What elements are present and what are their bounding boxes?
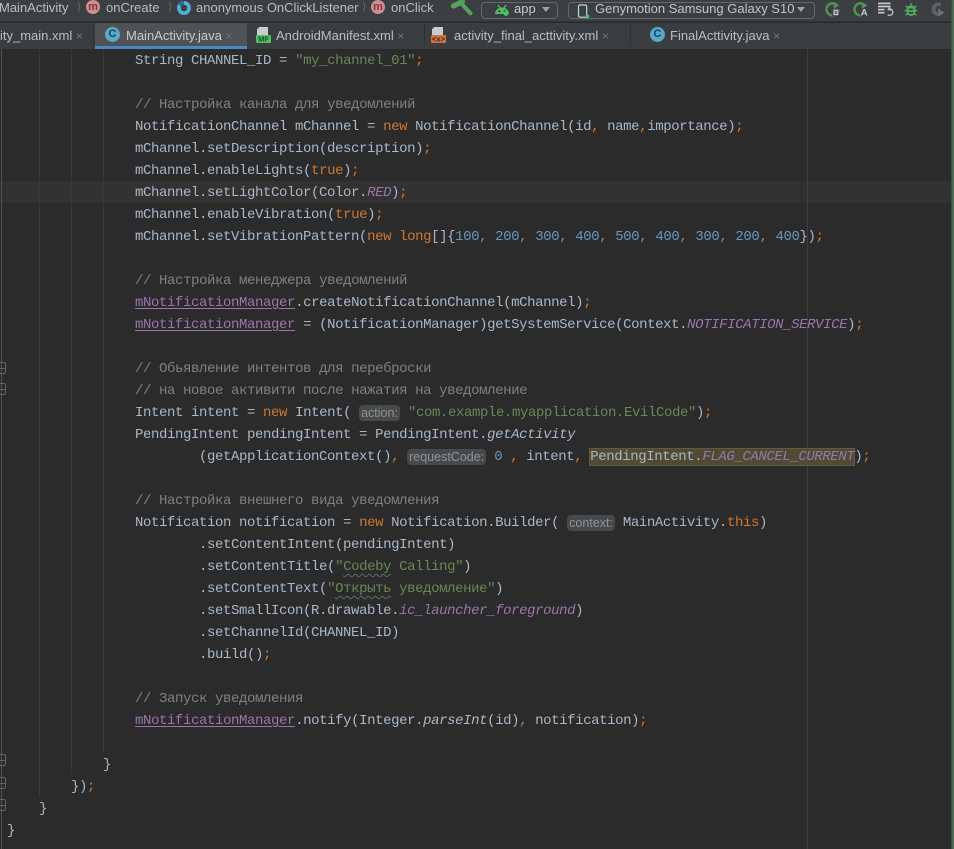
- svg-text:MF: MF: [258, 35, 269, 44]
- svg-text:A: A: [861, 8, 868, 18]
- svg-text:<x>: <x>: [432, 35, 446, 44]
